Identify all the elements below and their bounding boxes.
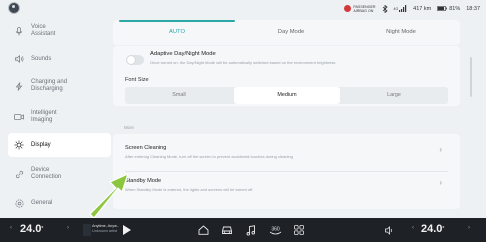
apps-grid-icon[interactable] (292, 223, 306, 237)
screen-cleaning-title: Screen Cleaning (125, 145, 167, 151)
airbag-status: PASSENGER AIRBAG ON (344, 5, 376, 13)
music-icon[interactable] (244, 223, 258, 237)
camera-360-icon[interactable]: 360 (268, 223, 282, 237)
battery-status: 81% (437, 6, 460, 12)
airbag-icon (344, 5, 352, 12)
adaptive-day-night-description: Once turned on, the Day/Night Mode will … (150, 60, 336, 65)
adaptive-day-night-toggle[interactable] (126, 55, 144, 65)
more-settings-list: Screen Cleaning After entering Cleaning … (113, 134, 460, 209)
sidebar-item-display[interactable]: Display (8, 133, 111, 157)
scrollbar[interactable] (470, 17, 473, 218)
chevron-right-icon: › (439, 178, 442, 187)
link-icon (14, 169, 24, 179)
screen: PASSENGER AIRBAG ON 4G 417 km 81% 18:37 … (0, 0, 486, 242)
chevron-right-icon: › (439, 145, 442, 154)
sidebar-item-sounds[interactable]: Sounds (8, 47, 111, 71)
standby-mode-description: When Standby Mode is entered, the lights… (125, 187, 253, 192)
sidebar-item-voice-assistant[interactable]: Voice Assistant (8, 19, 111, 43)
album-art[interactable] (83, 224, 91, 236)
signal-icon (399, 5, 407, 12)
brightness-icon (14, 140, 24, 150)
passenger-temp-value: 24.0 (421, 223, 443, 235)
speaker-icon (14, 54, 24, 64)
display-settings-panel: AUTO Day Mode Night Mode Adaptive Day/Ni… (112, 17, 468, 218)
adaptive-day-night-title: Adaptive Day/Night Mode (150, 51, 216, 57)
sidebar-item-label: Device Connection (31, 167, 62, 180)
temp-left-decrease-icon[interactable]: ‹ (10, 225, 12, 231)
signal-status: 4G (394, 5, 408, 12)
temp-left-increase-icon[interactable]: › (67, 225, 69, 231)
driver-temp-value: 24.0 (20, 223, 42, 235)
battery-percent: 81% (449, 5, 461, 12)
volume-icon[interactable] (383, 223, 397, 237)
gear-icon (14, 198, 24, 208)
camera-icon (14, 112, 24, 122)
sidebar-item-charging[interactable]: Charging and Discharging (8, 74, 111, 98)
font-size-small[interactable]: Small (125, 87, 233, 104)
signal-label: 4G (393, 6, 399, 11)
sidebar-item-label: Sounds (31, 55, 52, 62)
screen-cleaning-description: After entering Cleaning Mode, turn off t… (125, 154, 293, 159)
font-size-selector: Small Medium Large (125, 87, 448, 104)
sidebar-item-label: Voice Assistant (31, 24, 56, 37)
status-bar: PASSENGER AIRBAG ON 4G 417 km 81% 18:37 (0, 0, 486, 17)
temp-right-decrease-icon[interactable]: ‹ (412, 225, 414, 231)
passenger-temperature[interactable]: 24.0° (421, 221, 444, 238)
user-avatar[interactable] (8, 2, 20, 14)
bluetooth-icon (382, 4, 388, 13)
standby-mode-row[interactable]: Standby Mode When Standby Mode is entere… (113, 172, 460, 208)
driver-temp-unit: ° (41, 226, 44, 232)
media-subtitle: Unknown artist (92, 229, 118, 233)
font-size-large[interactable]: Large (340, 87, 448, 104)
pointer-arrow-icon (89, 173, 129, 218)
tab-day-mode[interactable]: Day Mode (235, 20, 347, 45)
scrollbar-thumb[interactable] (470, 57, 472, 97)
car-icon[interactable] (220, 223, 234, 237)
sidebar-item-intelligent-imaging[interactable]: Intelligent Imaging (8, 105, 111, 129)
display-mode-selector: AUTO Day Mode Night Mode (113, 20, 460, 45)
font-size-medium[interactable]: Medium (234, 87, 340, 104)
screen-cleaning-row[interactable]: Screen Cleaning After entering Cleaning … (113, 134, 460, 170)
bottom-dock: ‹ 24.0° › Anytime, Anyw.. Unknown artist… (0, 218, 486, 242)
charging-icon (14, 81, 24, 91)
sidebar-item-label: Charging and Discharging (31, 79, 68, 92)
sidebar-item-label: Display (31, 141, 51, 148)
airbag-line2: AIRBAG ON (353, 8, 374, 13)
svg-text:360: 360 (271, 226, 280, 232)
font-size-label: Font Size (125, 77, 149, 83)
day-night-card: Adaptive Day/Night Mode Once turned on, … (113, 46, 460, 106)
clock: 18:37 (466, 5, 480, 12)
temp-right-increase-icon[interactable]: › (468, 225, 470, 231)
range-status: 417 km (413, 5, 432, 12)
battery-icon (437, 6, 448, 11)
home-icon[interactable] (196, 223, 210, 237)
sidebar-item-label: General (31, 199, 53, 206)
tab-night-mode[interactable]: Night Mode (347, 20, 455, 45)
more-section-label: More (124, 125, 135, 130)
play-icon[interactable] (123, 225, 131, 235)
media-info[interactable]: Anytime, Anyw.. Unknown artist (92, 224, 119, 234)
microphone-icon (14, 26, 24, 36)
passenger-temp-unit: ° (442, 226, 445, 232)
sidebar-item-label: Intelligent Imaging (31, 110, 57, 123)
driver-temperature[interactable]: 24.0° (20, 221, 43, 238)
tab-auto[interactable]: AUTO (119, 20, 235, 45)
